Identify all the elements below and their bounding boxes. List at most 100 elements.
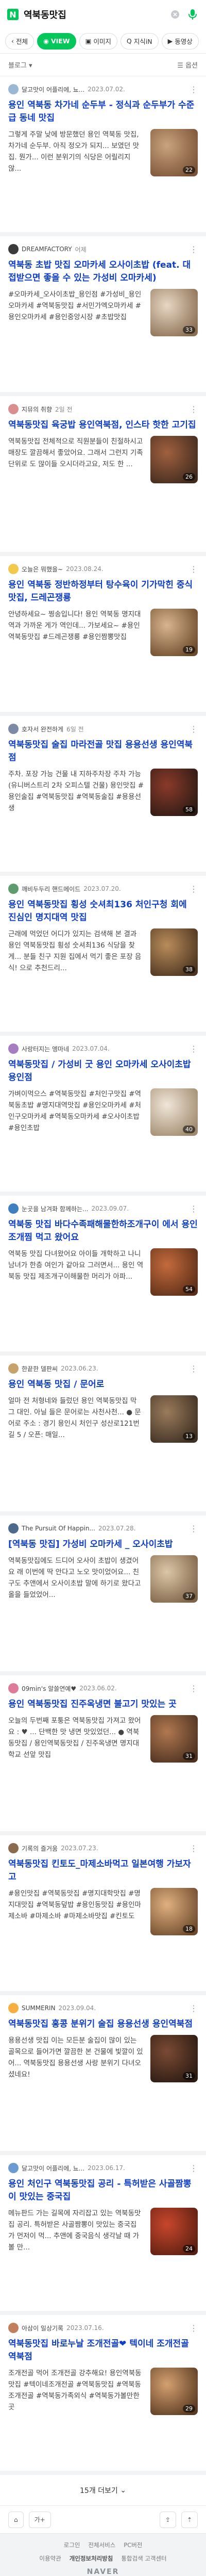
avatar[interactable] [8, 1203, 19, 1214]
post-title[interactable]: 용인 역북동 차가네 순두부 - 정식과 순두부가 수준급 동네 맛집 [8, 99, 198, 125]
avatar[interactable] [8, 1363, 19, 1374]
voice-search-icon[interactable] [186, 8, 199, 21]
tab-kin[interactable]: Q 지식iN [120, 32, 159, 50]
more-options-icon[interactable]: ⋮ [190, 1684, 198, 1693]
help-center-link[interactable]: 통합검색 고객센터 [121, 2554, 166, 2563]
result-card[interactable]: 깨비두두리 핸드메이드 2023.07.20. ⋮ 용인 역북동맛집 횡성 숫셔… [0, 876, 206, 1036]
result-card[interactable]: 한끝한 델판씨 2023.06.23. ⋮ 용인 역북동 맛집 / 문어로 얼마… [0, 1356, 206, 1515]
more-options-icon[interactable]: ⋮ [190, 2323, 198, 2333]
more-options-icon[interactable]: ⋮ [190, 1524, 198, 1534]
share-button[interactable]: ⇪ [159, 2511, 176, 2528]
top-button[interactable]: ⇡ [181, 2511, 198, 2528]
author-name[interactable]: 달고맛이 어플리에, 뇨... [22, 85, 84, 94]
post-thumbnail[interactable]: 38 [150, 928, 198, 976]
post-title[interactable]: 용인 역북동 정반하정부터 탕수육이 기가막힌 중식 맛집, 드레곤쟁룡 [8, 579, 198, 605]
post-thumbnail[interactable]: 13 [150, 1395, 198, 1443]
post-title[interactable]: 용인 역북동맛집 횡성 숫셔최136 처인구청 회에 진심인 명지대역 맛집 [8, 899, 198, 924]
result-card[interactable]: 달고맛이 어플리에, 뇨... 2023.07.02. ⋮ 용인 역북동 차가네… [0, 76, 206, 236]
author-name[interactable]: 달고맛이 어플리에, 뇨... [22, 2164, 84, 2173]
more-options-icon[interactable]: ⋮ [190, 2003, 198, 2013]
naver-logo-icon[interactable]: N [7, 9, 19, 20]
privacy-link[interactable]: 개인정보처리방침 [70, 2554, 113, 2563]
post-thumbnail[interactable]: 40 [150, 1088, 198, 1136]
post-title[interactable]: 역북동맛집 / 가성비 굿 용인 오마카세 오사이초밥 용인점 [8, 1058, 198, 1084]
more-options-icon[interactable]: ⋮ [190, 1044, 198, 1054]
result-card[interactable]: 아삼이 일상기록 2023.07.16. ⋮ 역북동맛집 바로누날 조개전골❤ … [0, 2315, 206, 2475]
more-options-icon[interactable]: ⋮ [190, 85, 198, 94]
options-button[interactable]: ☰ 옵션 [177, 60, 198, 70]
result-card[interactable]: 오늘은 뭐했을~ 2023.08.24. ⋮ 용인 역북동 정반하정부터 탕수육… [0, 556, 206, 716]
tab-video[interactable]: ▶ 동영상 [161, 32, 199, 50]
avatar[interactable] [8, 1044, 19, 1054]
author-name[interactable]: 호자서 완전하게 [22, 725, 63, 733]
post-title[interactable]: 역북동맛집 홍콩 분위기 술집 용용선생 용인역북점 [8, 2018, 198, 2031]
post-thumbnail[interactable]: 58 [150, 769, 198, 816]
terms-link[interactable]: 이용약관 [39, 2554, 61, 2563]
avatar[interactable] [8, 404, 19, 414]
clear-icon[interactable] [169, 8, 181, 21]
result-card[interactable]: 사랑터지는 엥마네 2023.07.04. ⋮ 역북동맛집 / 가성비 굿 용인… [0, 1036, 206, 1196]
avatar[interactable] [8, 1523, 19, 1534]
post-thumbnail[interactable]: 54 [150, 1248, 198, 1296]
font-size-button[interactable]: 가+ [28, 2511, 51, 2528]
more-options-icon[interactable]: ⋮ [190, 2163, 198, 2173]
result-card[interactable]: SUMMERIN 2023.09.04. ⋮ 역북동맛집 홍콩 분위기 술집 용… [0, 1995, 206, 2155]
avatar[interactable] [8, 2163, 19, 2173]
post-thumbnail[interactable]: 31 [150, 2035, 198, 2082]
author-name[interactable]: 아삼이 일상기록 [22, 2324, 63, 2333]
author-name[interactable]: The Pursuit Of Happin... [22, 1525, 95, 1532]
author-name[interactable]: 기록의 즐거움 [22, 1844, 58, 1853]
post-title[interactable]: 역북동 초밥 맛집 오마카세 오사이초밥 (feat. 대접받으면 좋을 수 있… [8, 259, 198, 285]
more-options-icon[interactable]: ⋮ [190, 884, 198, 894]
more-options-icon[interactable]: ⋮ [190, 244, 198, 254]
result-card[interactable]: 호자서 완전하게 6일 전 ⋮ 역북동맛집 술집 마라전골 맛집 용용선생 용인… [0, 716, 206, 876]
post-title[interactable]: 역북동맛집 육궁밥 용인역북점, 인스타 핫한 고기집 [8, 419, 198, 432]
result-card[interactable]: 눈곳을 남겨화 함께하는... 2023.09.07. ⋮ 역북동 맛집 바다수… [0, 1196, 206, 1356]
result-card[interactable]: DREAMFACTORY 어제 ⋮ 역북동 초밥 맛집 오마카세 오사이초밥 (… [0, 236, 206, 396]
post-thumbnail[interactable]: 26 [150, 436, 198, 483]
post-title[interactable]: 역북동맛집 술집 마라전골 맛집 용용선생 용인역북점 [8, 739, 198, 764]
avatar[interactable] [8, 2003, 19, 2013]
post-title[interactable]: 용인 역북동맛집 진주옥냉면 불고기 맛있는 곳 [8, 1698, 198, 1711]
blog-filter-dropdown[interactable]: 블로그 ▾ [8, 60, 32, 70]
avatar[interactable] [8, 564, 19, 574]
post-thumbnail[interactable]: 18 [150, 1888, 198, 1935]
avatar[interactable] [8, 724, 19, 734]
pc-version-link[interactable]: PC버전 [124, 2541, 142, 2549]
post-thumbnail[interactable]: 31 [150, 1715, 198, 1763]
more-options-icon[interactable]: ⋮ [190, 724, 198, 734]
more-options-icon[interactable]: ⋮ [190, 564, 198, 574]
author-name[interactable]: 지뮤의 취향 [22, 405, 52, 414]
more-options-icon[interactable]: ⋮ [190, 1364, 198, 1374]
author-name[interactable]: DREAMFACTORY [22, 246, 72, 253]
post-title[interactable]: 용인 처인구 역북동맛집 공리 - 특허받은 사골짬뽕이 맛있는 중국집 [8, 2178, 198, 2204]
post-title[interactable]: 역북동 맛집 바다수족패해물한하조개구이 에서 용인 조개찜 먹고 왔어요 [8, 1218, 198, 1244]
post-thumbnail[interactable]: 37 [150, 1555, 198, 1603]
more-options-icon[interactable]: ⋮ [190, 1844, 198, 1853]
all-services-link[interactable]: 전체서비스 [88, 2541, 115, 2549]
author-name[interactable]: SUMMERIN [22, 2004, 56, 2012]
post-thumbnail[interactable]: 33 [150, 289, 198, 336]
post-title[interactable]: 용인 역북동 맛집 / 문어로 [8, 1378, 198, 1391]
result-card[interactable]: 기록의 즐거움 2023.07.23. ⋮ 역북동맛집 킨토도_마제소바먹고 일… [0, 1835, 206, 1995]
avatar[interactable] [8, 2323, 19, 2333]
avatar[interactable] [8, 244, 19, 254]
more-options-icon[interactable]: ⋮ [190, 404, 198, 414]
avatar[interactable] [8, 1843, 19, 1853]
tab-image[interactable]: ▣ 이미지 [79, 32, 117, 50]
result-card[interactable]: The Pursuit Of Happin... 2023.07.28. ⋮ [… [0, 1515, 206, 1675]
avatar[interactable] [8, 1683, 19, 1693]
avatar[interactable] [8, 884, 19, 894]
result-card[interactable]: 09min's 알쓸연예♥ 2023.06.02. ⋮ 용인 역북동맛집 진주옥… [0, 1675, 206, 1835]
result-card[interactable]: 지뮤의 취향 2일 전 ⋮ 역북동맛집 육궁밥 용인역북점, 인스타 핫한 고기… [0, 396, 206, 556]
more-results-button[interactable]: 15개 더보기 ⌄ [0, 2475, 206, 2506]
author-name[interactable]: 사랑터지는 엥마네 [22, 1045, 69, 1053]
author-name[interactable]: 한끝한 델판씨 [22, 1364, 58, 1373]
post-title[interactable]: [역북동 맛집] 가성비 오마카세 _ 오사이초밥 [8, 1538, 198, 1551]
author-name[interactable]: 눈곳을 남겨화 함께하는... [22, 1204, 88, 1213]
login-link[interactable]: 로그인 [64, 2541, 80, 2549]
author-name[interactable]: 오늘은 뭐했을~ [22, 565, 63, 574]
post-thumbnail[interactable]: 19 [150, 609, 198, 656]
tab-all[interactable]: ‹ 전체 [5, 32, 35, 50]
author-name[interactable]: 09min's 알쓸연예♥ [22, 1684, 76, 1693]
